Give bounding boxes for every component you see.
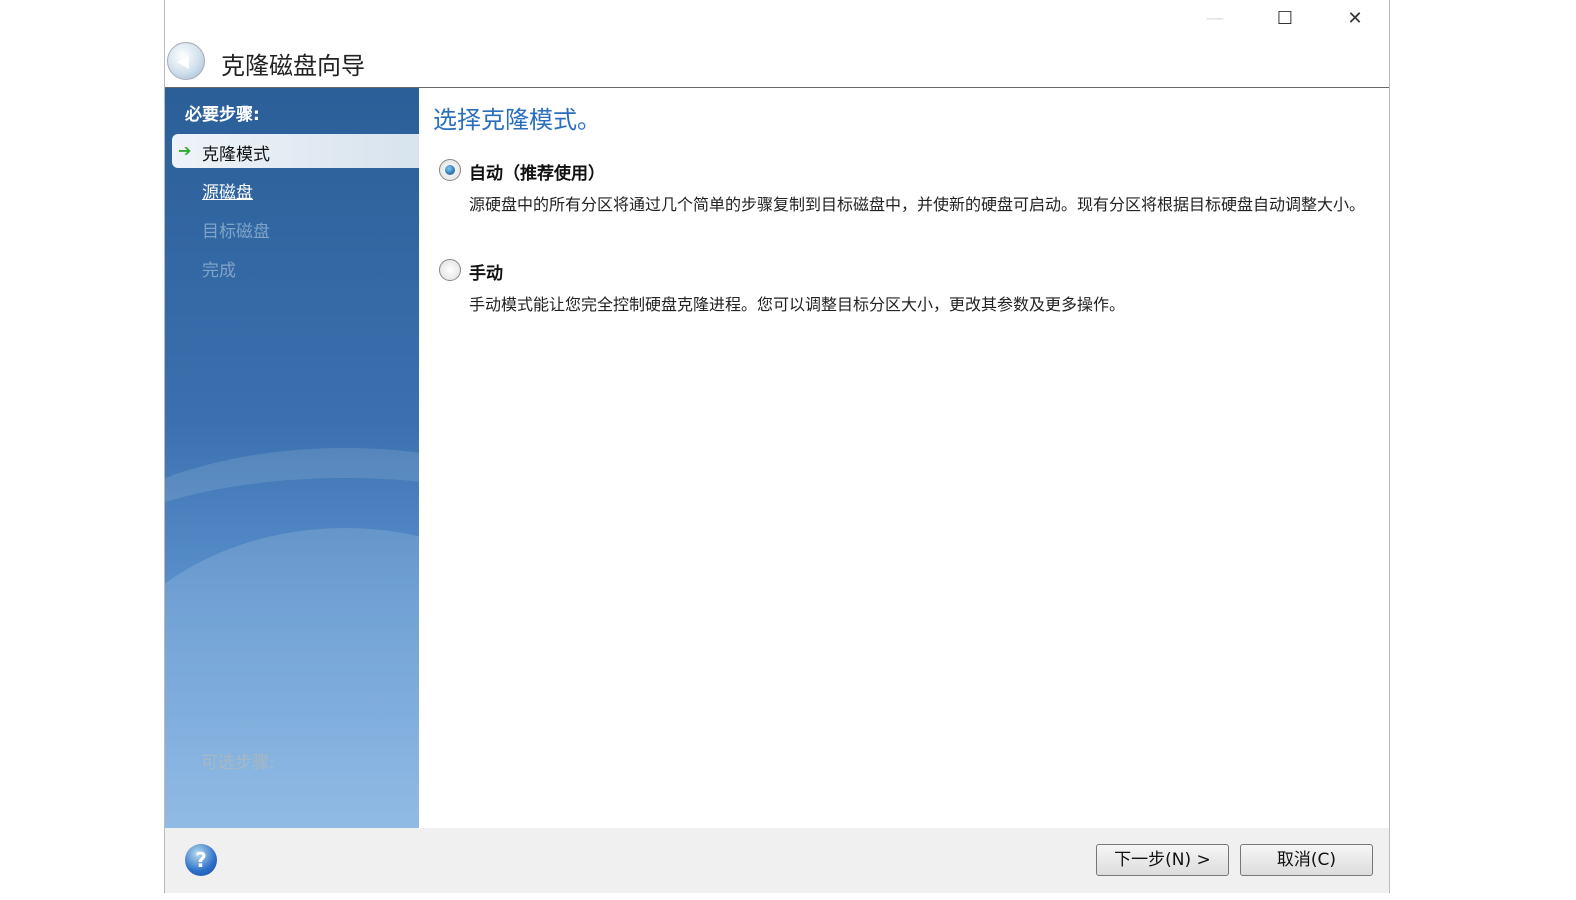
optional-steps-label: 可选步骤: xyxy=(201,753,275,773)
help-icon[interactable]: ? xyxy=(185,844,217,876)
page-heading: 选择克隆模式。 xyxy=(433,106,601,134)
wizard-header: 克隆磁盘向导 xyxy=(165,40,1389,88)
wizard-title: 克隆磁盘向导 xyxy=(221,52,365,80)
required-steps-label: 必要步骤: xyxy=(185,105,260,125)
green-arrow-icon: ➔ xyxy=(178,141,192,160)
wizard-footer: ? 下一步(N) > 取消(C) xyxy=(165,828,1389,893)
manual-mode-label[interactable]: 手动 xyxy=(469,259,503,284)
sidebar-item-clone-mode[interactable]: ➔ 克隆模式 xyxy=(172,134,419,168)
minimize-button[interactable]: — xyxy=(1195,6,1235,32)
auto-mode-radio[interactable] xyxy=(439,159,461,181)
clone-disk-wizard-window: — ☐ ✕ 克隆磁盘向导 必要步骤: ➔ 克隆模式 源磁盘 目标磁盘 完成 可选… xyxy=(164,0,1390,893)
cancel-button[interactable]: 取消(C) xyxy=(1240,844,1373,876)
sidebar-item-target-disk: 目标磁盘 xyxy=(202,222,270,242)
close-button[interactable]: ✕ xyxy=(1335,6,1375,32)
main-panel: 选择克隆模式。 自动（推荐使用） 源硬盘中的所有分区将通过几个简单的步骤复制到目… xyxy=(419,88,1389,828)
steps-sidebar: 必要步骤: ➔ 克隆模式 源磁盘 目标磁盘 完成 可选步骤: xyxy=(165,88,419,828)
manual-mode-radio[interactable] xyxy=(439,259,461,281)
auto-mode-label[interactable]: 自动（推荐使用） xyxy=(469,159,605,184)
sidebar-item-source-disk[interactable]: 源磁盘 xyxy=(202,178,253,203)
back-arrow-icon[interactable] xyxy=(167,42,205,80)
auto-mode-description: 源硬盘中的所有分区将通过几个简单的步骤复制到目标磁盘中，并使新的硬盘可启动。现有… xyxy=(469,195,1366,214)
manual-mode-description: 手动模式能让您完全控制硬盘克隆进程。您可以调整目标分区大小，更改其参数及更多操作… xyxy=(469,295,1126,314)
maximize-button[interactable]: ☐ xyxy=(1265,6,1305,32)
next-button[interactable]: 下一步(N) > xyxy=(1096,844,1229,876)
sidebar-item-label: 克隆模式 xyxy=(202,145,270,165)
sidebar-item-finish: 完成 xyxy=(202,261,236,281)
decorative-swoosh xyxy=(165,528,419,828)
